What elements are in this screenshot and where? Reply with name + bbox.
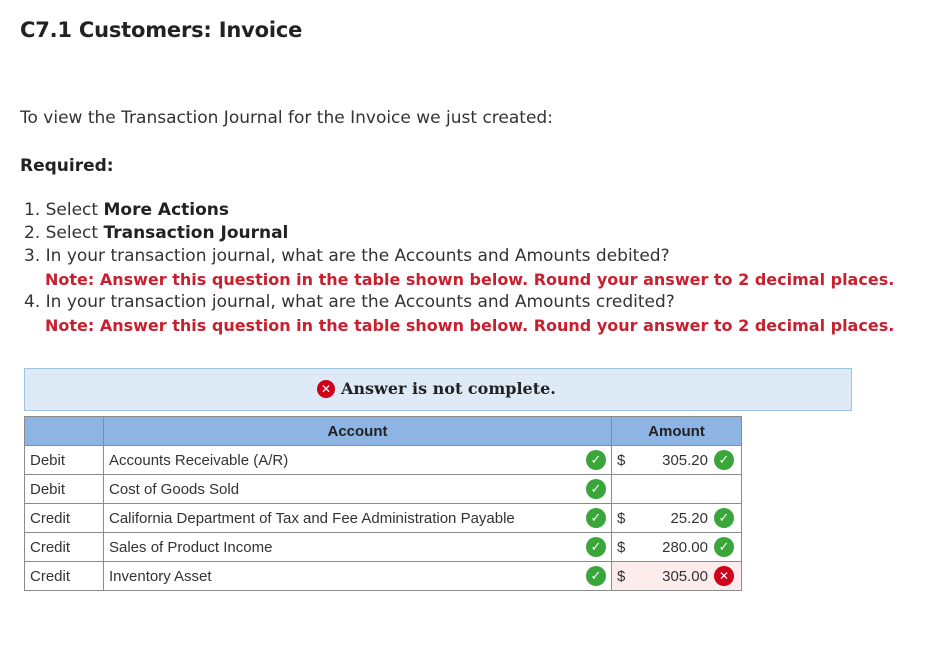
step-4-note: Note: Answer this question in the table … xyxy=(45,316,895,335)
account-input[interactable]: Inventory Asset xyxy=(103,561,581,591)
amount-input[interactable]: $305.00 ✕ xyxy=(611,561,742,591)
amount-value: 25.20 xyxy=(670,509,708,527)
account-status-cell: ✓ xyxy=(581,532,612,562)
intro-text: To view the Transaction Journal for the … xyxy=(20,108,553,128)
table-row: Credit Inventory Asset ✓ $305.00 ✕ xyxy=(24,561,742,591)
account-input[interactable]: Accounts Receivable (A/R) xyxy=(103,445,581,475)
step-4: 4. In your transaction journal, what are… xyxy=(24,292,675,312)
check-circle-icon: ✓ xyxy=(586,450,606,470)
table-row: Credit California Department of Tax and F… xyxy=(24,503,742,533)
currency-symbol: $ xyxy=(617,538,626,556)
table-header-row: Account Amount xyxy=(24,416,742,446)
entry-type-cell: Debit xyxy=(24,474,104,504)
amount-value: 280.00 xyxy=(662,538,708,556)
step-1: 1. Select More Actions xyxy=(24,200,230,220)
amount-value: 305.00 xyxy=(662,567,708,585)
account-status-cell: ✓ xyxy=(581,503,612,533)
answer-status-banner: ✕ Answer is not complete. xyxy=(24,368,852,411)
answer-status-text: Answer is not complete. xyxy=(341,379,556,398)
currency-symbol: $ xyxy=(617,567,626,585)
check-circle-icon: ✓ xyxy=(586,479,606,499)
required-steps: 1. Select More Actions 2. Select Transac… xyxy=(24,199,894,337)
check-circle-icon: ✓ xyxy=(714,508,734,528)
currency-symbol: $ xyxy=(617,509,626,527)
account-status-cell: ✓ xyxy=(581,561,612,591)
account-header: Account xyxy=(103,416,612,446)
amount-value: 305.20 xyxy=(662,451,708,469)
amount-input[interactable] xyxy=(611,474,742,504)
step-2: 2. Select Transaction Journal xyxy=(24,223,289,243)
journal-entry-table: Account Amount Debit Accounts Receivable … xyxy=(24,416,742,591)
amount-header: Amount xyxy=(611,416,742,446)
account-status-cell: ✓ xyxy=(581,474,612,504)
page-title: C7.1 Customers: Invoice xyxy=(20,18,303,42)
step-3: 3. In your transaction journal, what are… xyxy=(24,246,670,266)
check-circle-icon: ✓ xyxy=(586,537,606,557)
entry-type-cell: Credit xyxy=(24,561,104,591)
required-label: Required: xyxy=(20,156,114,176)
entry-type-cell: Credit xyxy=(24,503,104,533)
account-input[interactable]: California Department of Tax and Fee Adm… xyxy=(103,503,581,533)
account-input[interactable]: Cost of Goods Sold xyxy=(103,474,581,504)
x-circle-icon: ✕ xyxy=(714,566,734,586)
table-row: Credit Sales of Product Income ✓ $280.00 ✓ xyxy=(24,532,742,562)
account-status-cell: ✓ xyxy=(581,445,612,475)
table-row: Debit Cost of Goods Sold ✓ xyxy=(24,474,742,504)
currency-symbol: $ xyxy=(617,451,626,469)
type-header xyxy=(24,416,104,446)
account-input[interactable]: Sales of Product Income xyxy=(103,532,581,562)
amount-input[interactable]: $305.20 ✓ xyxy=(611,445,742,475)
check-circle-icon: ✓ xyxy=(714,450,734,470)
amount-input[interactable]: $25.20 ✓ xyxy=(611,503,742,533)
amount-input[interactable]: $280.00 ✓ xyxy=(611,532,742,562)
entry-type-cell: Credit xyxy=(24,532,104,562)
check-circle-icon: ✓ xyxy=(586,508,606,528)
check-circle-icon: ✓ xyxy=(586,566,606,586)
x-circle-icon: ✕ xyxy=(317,379,335,398)
check-circle-icon: ✓ xyxy=(714,537,734,557)
step-3-note: Note: Answer this question in the table … xyxy=(45,270,895,289)
entry-type-cell: Debit xyxy=(24,445,104,475)
table-row: Debit Accounts Receivable (A/R) ✓ $305.20 ✓ xyxy=(24,445,742,475)
